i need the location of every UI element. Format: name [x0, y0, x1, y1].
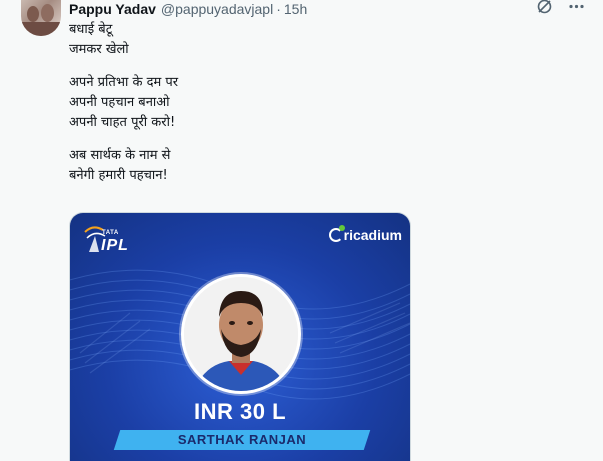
tweet-header-actions	[536, 0, 585, 17]
tweet-text-line: बनेगी हमारी पहचान!	[69, 168, 168, 183]
tweet-text-line: अपने प्रतिभा के दम पर	[69, 75, 179, 90]
tweet-text-line: अपनी पहचान बनाओ	[69, 95, 170, 110]
tweet-text-line: अब सार्थक के नाम से	[69, 148, 171, 163]
avatar-photo-part	[21, 22, 61, 36]
avatar-photo-part	[41, 4, 54, 22]
tweet-text-line: बधाई बेटू	[69, 22, 113, 37]
avatar-photo-part	[27, 6, 39, 22]
auction-price: INR 30 L	[193, 399, 287, 424]
separator-dot: ·	[276, 0, 281, 17]
player-photo	[184, 277, 298, 391]
tweet-text-line: अपनी चाहत पूरी करो!	[69, 115, 176, 130]
player-photo-frame	[181, 274, 301, 394]
author-name[interactable]: Pappu Yadav	[69, 1, 156, 17]
player-name: SARTHAK RANJAN	[177, 432, 307, 447]
cricadium-wordmark: ricadium	[343, 227, 402, 243]
cricadium-logo: ricadium	[328, 225, 402, 243]
tweet-header: Pappu Yadav @pappuyadavjapl · 15h	[69, 0, 307, 17]
more-icon[interactable]	[568, 0, 585, 20]
cricadium-c-icon	[328, 225, 345, 242]
ipl-label: IPL	[101, 237, 129, 254]
grok-icon[interactable]	[536, 0, 553, 20]
author-handle[interactable]: @pappuyadavjapl	[161, 1, 273, 17]
tweet-text-line: जमकर खेलो	[69, 42, 129, 57]
tata-label: TATA	[102, 230, 119, 236]
author-avatar[interactable]	[21, 0, 61, 36]
tweet-media-card[interactable]: TATA IPL ricadium INR 30 L SARTHAK RANJA…	[69, 212, 411, 461]
tweet-text: बधाई बेटू जमकर खेलो अपने प्रतिभा के दम प…	[69, 20, 178, 186]
tweet-timestamp[interactable]: 15h	[284, 1, 307, 17]
